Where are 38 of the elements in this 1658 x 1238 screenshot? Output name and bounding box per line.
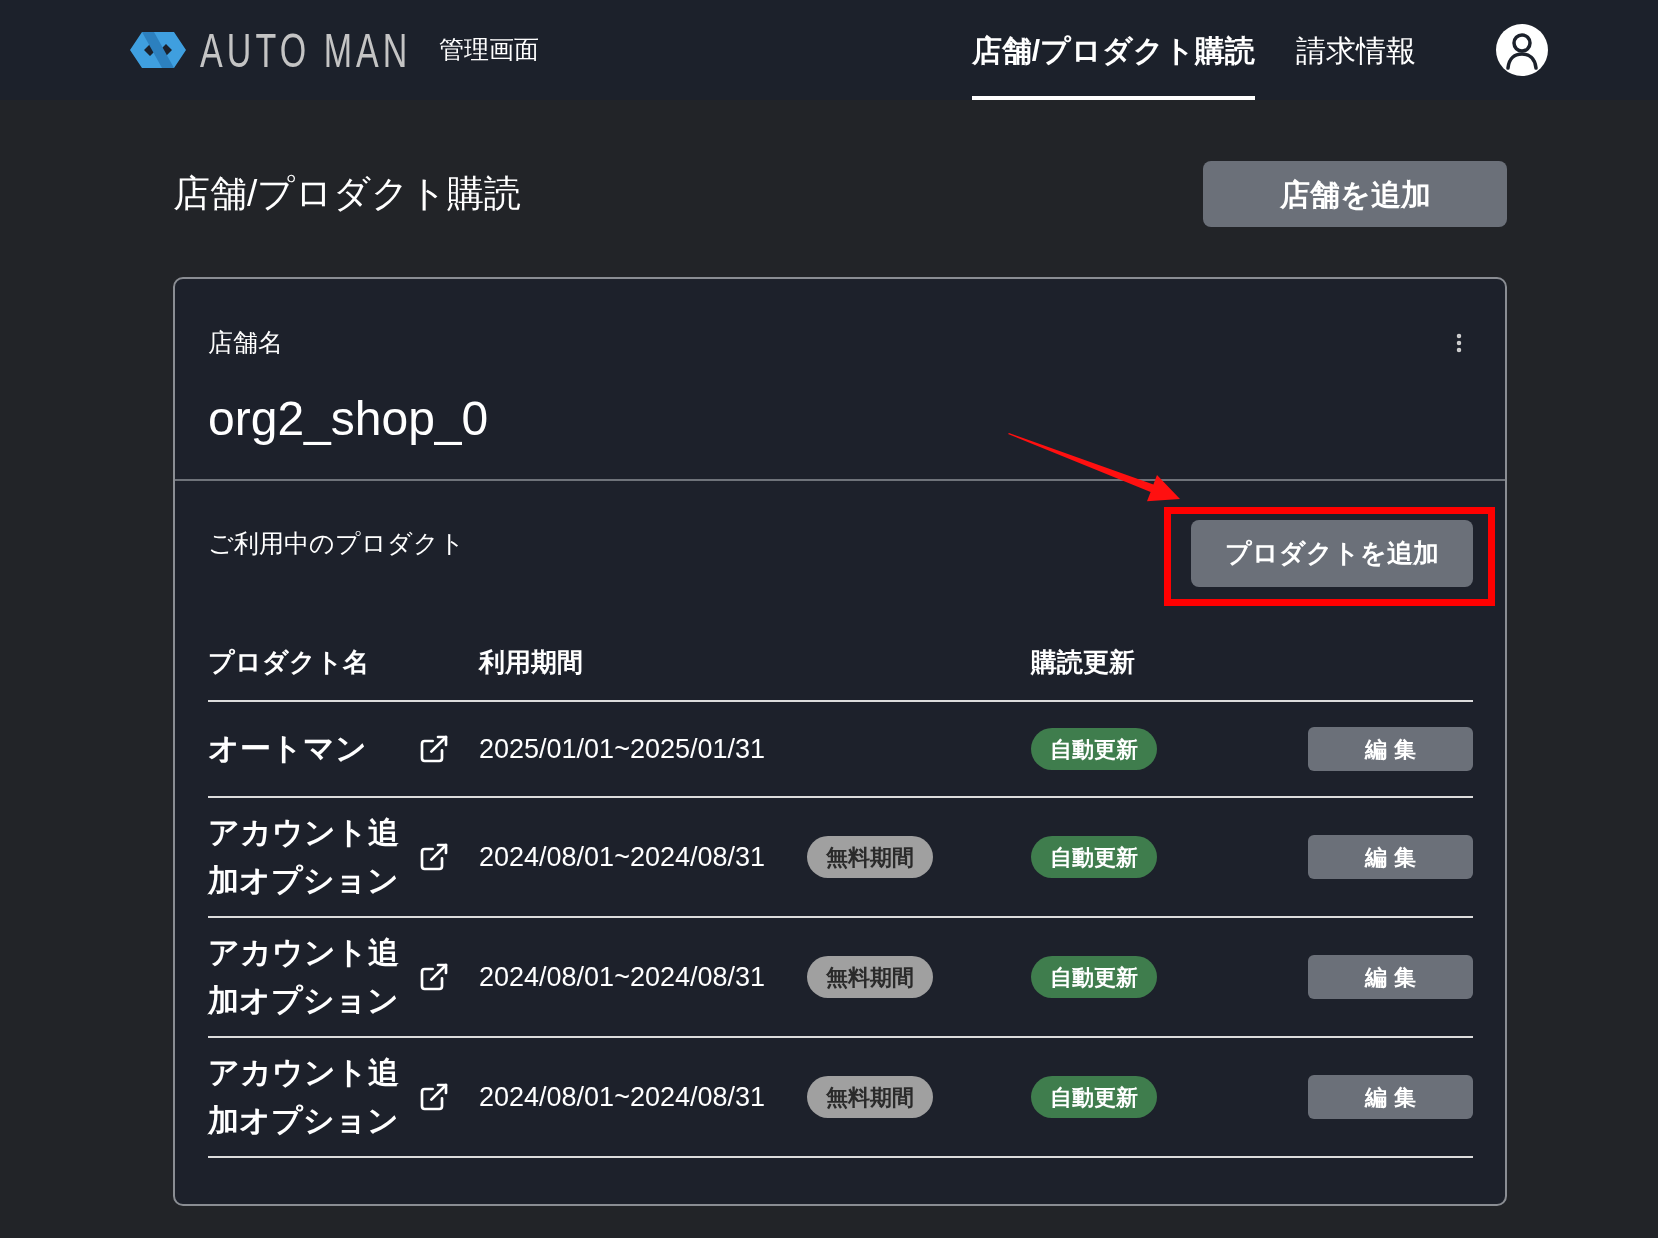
product-name: オートマン — [208, 730, 368, 768]
edit-button[interactable]: 編 集 — [1308, 1075, 1473, 1119]
shop-name: org2_shop_0 — [208, 391, 489, 447]
product-name: アカウント追加オプション — [208, 814, 400, 900]
external-link-icon[interactable] — [418, 961, 450, 993]
product-name: アカウント追加オプション — [208, 934, 400, 1020]
external-link-icon[interactable] — [418, 841, 450, 873]
column-header: プロダクト名 — [208, 646, 370, 678]
logo-icon — [130, 32, 186, 68]
column-header: 利用期間 — [479, 646, 584, 678]
column-header: 購読更新 — [1031, 646, 1135, 678]
external-link-icon[interactable] — [418, 1081, 450, 1113]
free-period-badge: 無料期間 — [807, 956, 933, 998]
free-period-badge: 無料期間 — [807, 1076, 933, 1118]
add-shop-button[interactable]: 店舗を追加 — [1203, 161, 1507, 227]
nav-tab[interactable]: 店舗/プロダクト購読 — [971, 0, 1255, 100]
edit-button[interactable]: 編 集 — [1308, 727, 1473, 771]
admin-subtitle: 管理画面 — [439, 34, 540, 66]
external-link-icon[interactable] — [418, 733, 450, 765]
page-title: 店舗/プロダクト購読 — [173, 172, 522, 217]
period-text: 2025/01/01~2025/01/31 — [479, 732, 767, 766]
period-text: 2024/08/01~2024/08/31 — [479, 1080, 767, 1114]
nav-tab[interactable]: 請求情報 — [1296, 0, 1416, 100]
logo-text: AUTO MAN — [200, 22, 412, 78]
edit-button[interactable]: 編 集 — [1308, 955, 1473, 999]
auto-renew-badge: 自動更新 — [1031, 956, 1157, 998]
period-text: 2024/08/01~2024/08/31 — [479, 840, 767, 874]
edit-button[interactable]: 編 集 — [1308, 835, 1473, 879]
user-avatar-icon[interactable] — [1496, 24, 1548, 76]
auto-renew-badge: 自動更新 — [1031, 728, 1157, 770]
period-text: 2024/08/01~2024/08/31 — [479, 960, 767, 994]
product-name: アカウント追加オプション — [208, 1054, 400, 1140]
add-product-button[interactable]: プロダクトを追加 — [1191, 520, 1473, 587]
free-period-badge: 無料期間 — [807, 836, 933, 878]
auto-renew-badge: 自動更新 — [1031, 1076, 1157, 1118]
auto-renew-badge: 自動更新 — [1031, 836, 1157, 878]
shop-name-label: 店舗名 — [208, 327, 284, 357]
products-label: ご利用中のプロダクト — [208, 528, 465, 558]
